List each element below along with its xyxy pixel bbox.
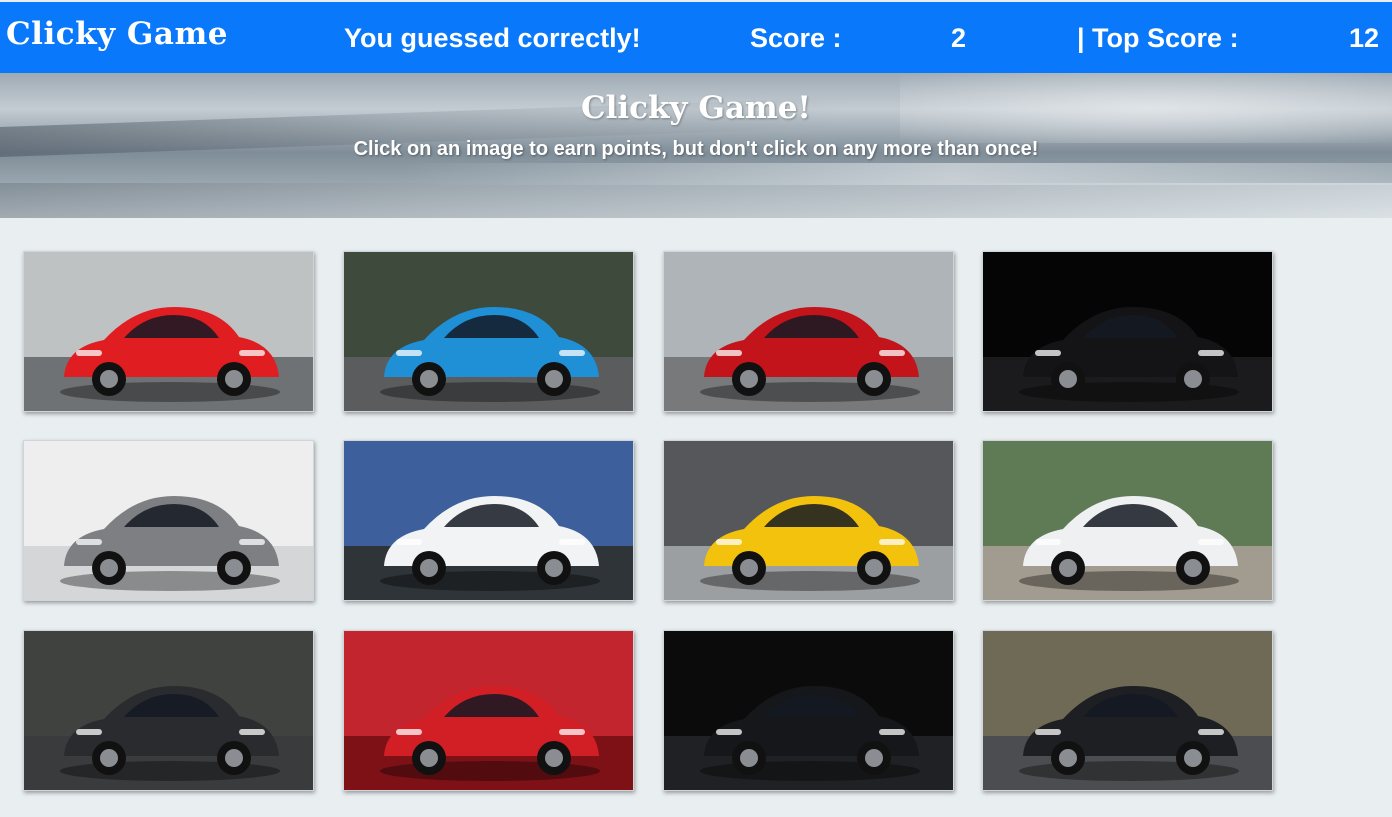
red-ferrari-concept-image bbox=[344, 631, 633, 790]
car-image-card[interactable] bbox=[663, 251, 954, 412]
banner-cloud bbox=[0, 183, 1392, 218]
page-title: Clicky Game! bbox=[580, 90, 812, 126]
black-bugatti-chiron-road-image bbox=[983, 631, 1272, 790]
page-subtitle: Click on an image to earn points, but do… bbox=[353, 138, 1039, 160]
car-image-card[interactable] bbox=[982, 440, 1273, 601]
car-image-card[interactable] bbox=[663, 440, 954, 601]
banner-cloud bbox=[400, 163, 1392, 185]
yellow-ferrari-image bbox=[664, 441, 953, 600]
car-image-card[interactable] bbox=[343, 251, 634, 412]
car-image-card[interactable] bbox=[343, 630, 634, 791]
score-label: Score : bbox=[750, 23, 842, 53]
black-bugatti-chiron-sport-image bbox=[24, 631, 313, 790]
guess-message: You guessed correctly! bbox=[344, 23, 641, 53]
white-mercedes-biome-image bbox=[983, 441, 1272, 600]
car-image-card[interactable] bbox=[343, 440, 634, 601]
top-score-label: | Top Score : bbox=[1077, 23, 1239, 53]
black-lamborghini-egoista-image bbox=[664, 631, 953, 790]
car-image-card[interactable] bbox=[663, 630, 954, 791]
white-mercedes-biome-palm-image bbox=[344, 441, 633, 600]
car-image-card[interactable] bbox=[23, 440, 314, 601]
car-image-card[interactable] bbox=[23, 251, 314, 412]
car-image-card[interactable] bbox=[23, 630, 314, 791]
car-image-card[interactable] bbox=[982, 630, 1273, 791]
header-banner: Clicky Game! Click on an image to earn p… bbox=[0, 73, 1392, 218]
brand-logo[interactable]: Clicky Game bbox=[6, 16, 228, 52]
black-bugatti-la-voiture-noire-image bbox=[983, 252, 1272, 411]
red-ferrari-488-pista-image bbox=[664, 252, 953, 411]
silver-bentley-concept-image bbox=[24, 441, 313, 600]
score-value: 2 bbox=[951, 23, 967, 53]
car-image-card[interactable] bbox=[982, 251, 1273, 412]
blue-bugatti-chiron-image bbox=[344, 252, 633, 411]
top-score-value: 12 bbox=[1349, 23, 1380, 53]
navbar: Clicky Game You guessed correctly! Score… bbox=[0, 2, 1392, 73]
red-ferrari-laferrari-image bbox=[24, 252, 313, 411]
